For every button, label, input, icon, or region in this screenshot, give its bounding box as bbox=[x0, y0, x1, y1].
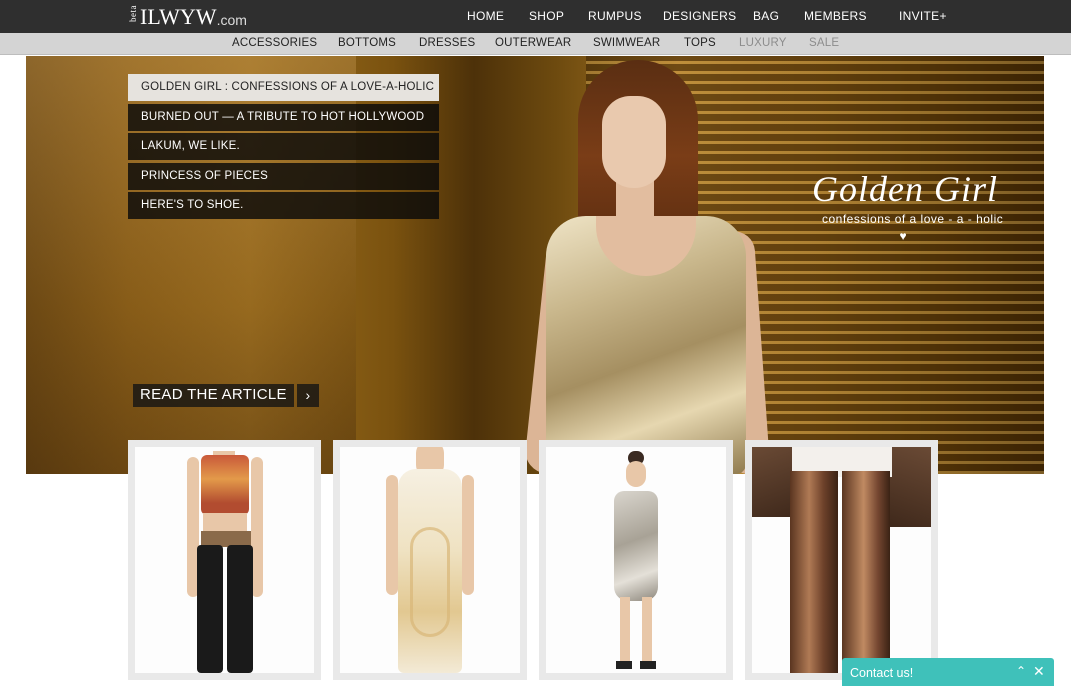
close-icon[interactable]: ✕ bbox=[1033, 663, 1045, 680]
category-outerwear[interactable]: OUTERWEAR bbox=[495, 37, 571, 49]
hero-model-image bbox=[516, 56, 786, 474]
article-item-golden-girl[interactable]: GOLDEN GIRL : CONFESSIONS OF A LOVE-A-HO… bbox=[128, 74, 439, 101]
trouser-leg-right bbox=[842, 471, 890, 673]
nav-home[interactable]: HOME bbox=[467, 9, 504, 23]
shoe-right bbox=[640, 661, 656, 669]
model-leg-left bbox=[620, 597, 630, 663]
article-item-princess[interactable]: PRINCESS OF PIECES bbox=[128, 162, 439, 190]
dress bbox=[614, 491, 658, 601]
contact-label[interactable]: Contact us! bbox=[850, 666, 913, 680]
chevron-up-icon[interactable]: ⌃ bbox=[1016, 664, 1026, 678]
category-sale[interactable]: SALE bbox=[809, 37, 839, 49]
trouser-leg-left bbox=[790, 471, 838, 673]
category-navigation-bar: ACCESSORIES BOTTOMS DRESSES OUTERWEAR SW… bbox=[0, 33, 1071, 55]
contact-widget[interactable]: Contact us! ⌃ ✕ bbox=[842, 658, 1054, 686]
category-dresses[interactable]: DRESSES bbox=[419, 37, 475, 49]
nav-members[interactable]: MEMBERS bbox=[804, 9, 867, 23]
product-image bbox=[546, 447, 726, 673]
hero-subtitle: confessions of a love - a - holic bbox=[822, 212, 1004, 226]
pants-leg-right bbox=[227, 545, 253, 673]
crop-top bbox=[201, 455, 249, 515]
category-luxury[interactable]: LUXURY bbox=[739, 37, 787, 49]
heart-icon[interactable]: ♥ bbox=[896, 229, 910, 243]
category-bottoms[interactable]: BOTTOMS bbox=[338, 37, 396, 49]
model-arm-left bbox=[386, 475, 398, 595]
main-nav: HOME SHOP RUMPUS DESIGNERS BAG MEMBERS I… bbox=[0, 0, 1071, 33]
model-face bbox=[602, 96, 666, 188]
model-arm-right bbox=[462, 475, 474, 595]
category-accessories[interactable]: ACCESSORIES bbox=[232, 37, 317, 49]
pants-leg-left bbox=[197, 545, 223, 673]
model-leg-right bbox=[642, 597, 652, 663]
nav-rumpus[interactable]: RUMPUS bbox=[588, 9, 642, 23]
shoe-left bbox=[616, 661, 632, 669]
article-item-burned-out[interactable]: BURNED OUT — A TRIBUTE TO HOT HOLLYWOOD bbox=[128, 103, 439, 131]
product-image bbox=[752, 447, 931, 673]
article-item-shoe[interactable]: HERE'S TO SHOE. bbox=[128, 192, 439, 219]
category-tops[interactable]: TOPS bbox=[684, 37, 716, 49]
model-face bbox=[626, 461, 646, 487]
category-swimwear[interactable]: SWIMWEAR bbox=[593, 37, 660, 49]
hero-title: Golden Girl bbox=[812, 169, 998, 209]
nav-shop[interactable]: SHOP bbox=[529, 9, 564, 23]
product-card-metallic-dress[interactable] bbox=[539, 440, 733, 680]
gown-print bbox=[410, 527, 450, 637]
nav-invite[interactable]: INVITE+ bbox=[899, 9, 947, 23]
product-card-metallic-suit[interactable] bbox=[745, 440, 938, 680]
article-list: GOLDEN GIRL : CONFESSIONS OF A LOVE-A-HO… bbox=[128, 74, 439, 222]
article-item-lakum[interactable]: LAKUM, WE LIKE. bbox=[128, 133, 439, 160]
product-card-printed-gown[interactable] bbox=[333, 440, 527, 680]
page: beta ILWYW .com HOME SHOP RUMPUS DESIGNE… bbox=[0, 0, 1071, 686]
model-waist bbox=[203, 513, 247, 533]
read-article-label: READ THE ARTICLE bbox=[133, 384, 294, 407]
product-image bbox=[135, 447, 314, 673]
read-article-button[interactable]: READ THE ARTICLE › bbox=[133, 384, 319, 407]
nav-bag[interactable]: BAG bbox=[753, 9, 779, 23]
product-image bbox=[340, 447, 520, 673]
product-card-crop-top-pants[interactable] bbox=[128, 440, 321, 680]
top-navigation-bar: beta ILWYW .com HOME SHOP RUMPUS DESIGNE… bbox=[0, 0, 1071, 33]
nav-designers[interactable]: DESIGNERS bbox=[663, 9, 736, 23]
chevron-right-icon: › bbox=[296, 384, 319, 407]
